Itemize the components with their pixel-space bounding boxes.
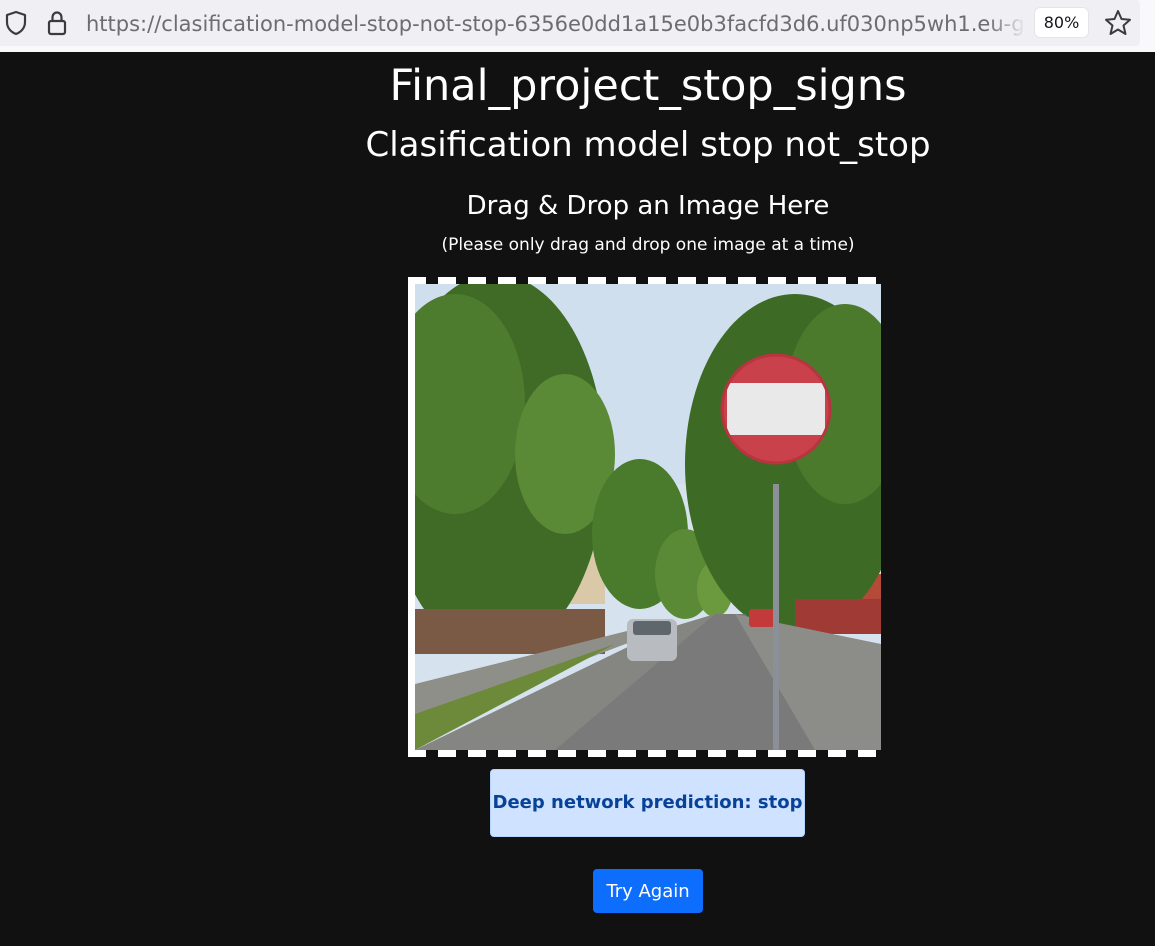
page-content: Final_project_stop_signs Clasification m… <box>0 52 1155 946</box>
try-again-button[interactable]: Try Again <box>593 869 703 913</box>
url-text[interactable]: https://clasification-model-stop-not-sto… <box>86 11 1026 37</box>
dropzone-note: (Please only drag and drop one image at … <box>441 235 855 255</box>
zoom-level-badge[interactable]: 80% <box>1035 8 1088 37</box>
browser-toolbar: https://clasification-model-stop-not-sto… <box>0 0 1155 53</box>
uploaded-image <box>415 284 881 750</box>
page-title: Final_project_stop_signs <box>389 61 907 111</box>
page-subtitle: Clasification model stop not_stop <box>365 125 931 165</box>
lock-icon[interactable] <box>46 10 68 36</box>
prediction-result: Deep network prediction: stop <box>490 769 805 837</box>
address-bar[interactable]: https://clasification-model-stop-not-sto… <box>0 0 1140 46</box>
star-icon[interactable] <box>1103 8 1133 38</box>
dropzone-heading: Drag & Drop an Image Here <box>466 191 830 221</box>
shield-icon[interactable] <box>4 10 28 36</box>
